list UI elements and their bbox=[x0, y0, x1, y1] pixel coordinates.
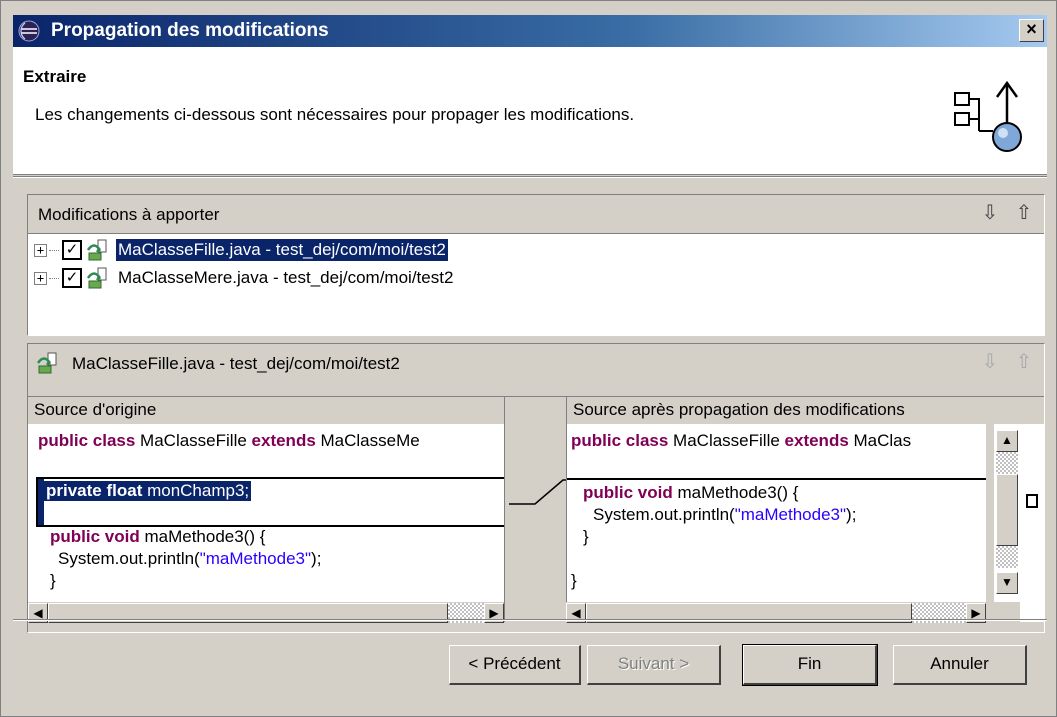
center-gutter-title bbox=[504, 396, 566, 424]
compare-panel-label: MaClasseFille.java - test_dej/com/moi/te… bbox=[72, 354, 400, 373]
code-line: } bbox=[571, 571, 577, 590]
previous-button-label: < Précédent bbox=[468, 654, 561, 673]
next-change-icon[interactable]: ⇩ bbox=[978, 201, 1002, 225]
dialog-window: Propagation des modifications × Extraire… bbox=[0, 0, 1057, 717]
previous-button[interactable]: < Précédent bbox=[449, 645, 581, 685]
code-line: System.out.println("maMethode3"); bbox=[593, 505, 857, 524]
code-line: public class MaClasseFille extends MaCla… bbox=[571, 431, 912, 450]
java-change-icon bbox=[86, 267, 107, 289]
compare-panel: MaClasseFille.java - test_dej/com/moi/te… bbox=[27, 343, 1045, 633]
changes-panel-label: Modifications à apporter bbox=[38, 205, 220, 224]
change-marker[interactable] bbox=[1026, 494, 1038, 508]
footer-separator bbox=[13, 619, 1047, 621]
code-line: System.out.println("maMethode3"); bbox=[58, 549, 322, 568]
inserted-marker bbox=[567, 478, 986, 480]
tree-item-label[interactable]: MaClasseMere.java - test_dej/com/moi/tes… bbox=[116, 267, 455, 289]
scroll-down-icon[interactable]: ▼ bbox=[996, 572, 1018, 594]
change-checkbox[interactable]: ✓ bbox=[62, 240, 82, 260]
right-vertical-scrollbar[interactable]: ▲ ▼ bbox=[994, 424, 1020, 602]
tree-connector bbox=[49, 249, 59, 251]
left-pane-title: Source d'origine bbox=[28, 396, 504, 424]
tree-connector bbox=[49, 277, 59, 279]
scroll-track bbox=[996, 452, 1018, 474]
previous-difference-icon[interactable]: ⇧ bbox=[1012, 350, 1036, 374]
scroll-track bbox=[996, 546, 1018, 568]
header-separator bbox=[13, 176, 1047, 178]
finish-button-label: Fin bbox=[797, 654, 822, 673]
change-checkbox[interactable]: ✓ bbox=[62, 268, 82, 288]
close-button[interactable]: × bbox=[1019, 19, 1044, 42]
finish-button[interactable]: Fin bbox=[742, 644, 878, 686]
wizard-page-description: Les changements ci-dessous sont nécessai… bbox=[35, 105, 635, 124]
expand-icon[interactable]: + bbox=[34, 243, 47, 257]
code-line: } bbox=[50, 571, 56, 590]
java-change-icon bbox=[36, 352, 57, 374]
tree-item[interactable]: + ✓ MaClasseMere.java - test_dej/com/moi… bbox=[34, 265, 455, 291]
diff-gutter bbox=[504, 424, 566, 622]
eclipse-icon bbox=[18, 20, 40, 42]
wizard-page-title: Extraire bbox=[23, 67, 87, 86]
code-line: } bbox=[583, 527, 589, 546]
tree-item[interactable]: + ✓ MaClasseFille.java - test_dej/com/mo… bbox=[34, 237, 449, 263]
next-difference-icon[interactable]: ⇩ bbox=[978, 350, 1002, 374]
changed-block-left[interactable]: private float monChamp3; bbox=[36, 477, 506, 527]
next-button-label: Suivant > bbox=[617, 654, 690, 673]
selected-code-line: private float monChamp3; bbox=[44, 481, 252, 501]
compare-panel-header: MaClasseFille.java - test_dej/com/moi/te… bbox=[28, 344, 1044, 382]
cancel-button[interactable]: Annuler bbox=[893, 645, 1027, 685]
changes-tree[interactable]: + ✓ MaClasseFille.java - test_dej/com/mo… bbox=[28, 233, 1044, 335]
changes-panel-header: Modifications à apporter ⇩ ⇧ bbox=[28, 195, 1044, 233]
changes-panel: Modifications à apporter ⇩ ⇧ + ✓ MaClass… bbox=[27, 194, 1045, 336]
refactor-wizard-icon bbox=[954, 80, 1022, 152]
diff-connector-icon bbox=[509, 479, 566, 505]
tree-item-label[interactable]: MaClasseFille.java - test_dej/com/moi/te… bbox=[115, 238, 449, 262]
next-button[interactable]: Suivant > bbox=[587, 645, 721, 685]
code-line: public class MaClasseFille extends MaCla… bbox=[38, 431, 420, 450]
overview-ruler bbox=[1020, 424, 1044, 622]
wizard-header: Extraire Les changements ci-dessous sont… bbox=[13, 47, 1047, 175]
previous-change-icon[interactable]: ⇧ bbox=[1012, 201, 1036, 225]
scroll-thumb[interactable] bbox=[996, 474, 1018, 546]
cancel-button-label: Annuler bbox=[930, 654, 989, 673]
scroll-up-icon[interactable]: ▲ bbox=[996, 430, 1018, 452]
right-pane-title: Source après propagation des modificatio… bbox=[566, 396, 1044, 424]
java-change-icon bbox=[86, 239, 107, 261]
code-line: public void maMethode3() { bbox=[50, 527, 266, 546]
code-line: public void maMethode3() { bbox=[583, 483, 799, 502]
right-code-pane[interactable]: public class MaClasseFille extends MaCla… bbox=[566, 424, 986, 602]
title-bar[interactable]: Propagation des modifications × bbox=[13, 15, 1047, 47]
dialog-title: Propagation des modifications bbox=[51, 20, 329, 41]
expand-icon[interactable]: + bbox=[34, 271, 47, 285]
